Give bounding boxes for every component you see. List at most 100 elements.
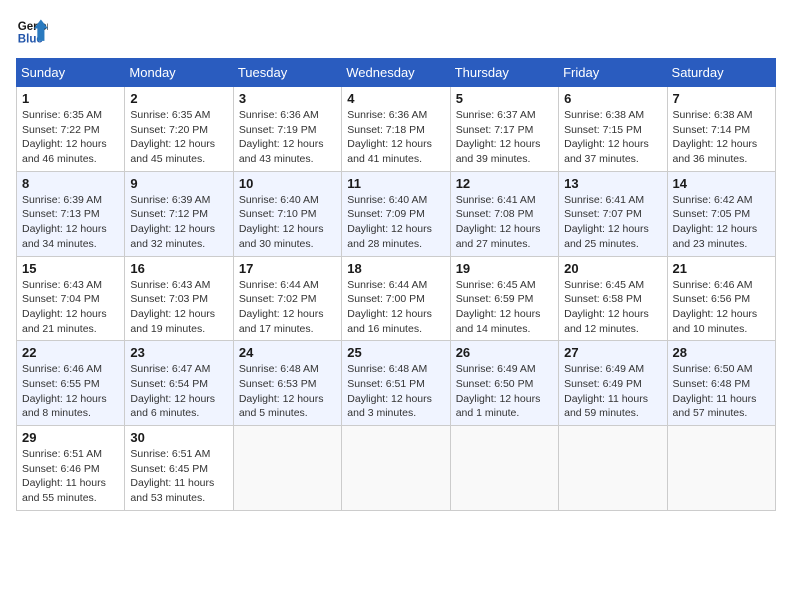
day-number: 22 <box>22 345 119 360</box>
calendar-cell: 7 Sunrise: 6:38 AM Sunset: 7:14 PM Daylig… <box>667 87 775 172</box>
calendar-cell: 12Sunrise: 6:41 AM Sunset: 7:08 PM Dayli… <box>450 171 558 256</box>
day-info: Sunrise: 6:40 AM Sunset: 7:09 PM Dayligh… <box>347 193 444 252</box>
calendar-cell <box>450 426 558 511</box>
calendar-cell: 4 Sunrise: 6:36 AM Sunset: 7:18 PM Daylig… <box>342 87 450 172</box>
calendar-cell: 16Sunrise: 6:43 AM Sunset: 7:03 PM Dayli… <box>125 256 233 341</box>
day-info: Sunrise: 6:36 AM Sunset: 7:19 PM Dayligh… <box>239 108 336 167</box>
calendar-cell: 11 Sunrise: 6:40 AM Sunset: 7:09 PM Dayli… <box>342 171 450 256</box>
day-number: 20 <box>564 261 661 276</box>
day-number: 4 <box>347 91 444 106</box>
day-info: Sunrise: 6:38 AM Sunset: 7:14 PM Dayligh… <box>673 108 770 167</box>
day-number: 2 <box>130 91 227 106</box>
logo: General Blue <box>16 16 52 48</box>
calendar-cell: 3 Sunrise: 6:36 AM Sunset: 7:19 PM Daylig… <box>233 87 341 172</box>
calendar-cell: 9 Sunrise: 6:39 AM Sunset: 7:12 PM Daylig… <box>125 171 233 256</box>
day-info: Sunrise: 6:35 AM Sunset: 7:20 PM Dayligh… <box>130 108 227 167</box>
day-info: Sunrise: 6:38 AM Sunset: 7:15 PM Dayligh… <box>564 108 661 167</box>
day-info: Sunrise: 6:42 AM Sunset: 7:05 PM Dayligh… <box>673 193 770 252</box>
weekday-header-monday: Monday <box>125 59 233 87</box>
day-number: 30 <box>130 430 227 445</box>
day-number: 15 <box>22 261 119 276</box>
week-row-2: 8 Sunrise: 6:39 AM Sunset: 7:13 PM Daylig… <box>17 171 776 256</box>
weekday-header-sunday: Sunday <box>17 59 125 87</box>
day-number: 19 <box>456 261 553 276</box>
calendar-cell <box>667 426 775 511</box>
page-header: General Blue <box>16 16 776 48</box>
day-number: 3 <box>239 91 336 106</box>
calendar-cell: 8 Sunrise: 6:39 AM Sunset: 7:13 PM Daylig… <box>17 171 125 256</box>
calendar-cell: 1 Sunrise: 6:35 AM Sunset: 7:22 PM Daylig… <box>17 87 125 172</box>
day-number: 24 <box>239 345 336 360</box>
day-info: Sunrise: 6:49 AM Sunset: 6:49 PM Dayligh… <box>564 362 661 421</box>
week-row-3: 15 Sunrise: 6:43 AM Sunset: 7:04 PM Dayli… <box>17 256 776 341</box>
weekday-header-thursday: Thursday <box>450 59 558 87</box>
calendar-cell: 29 Sunrise: 6:51 AM Sunset: 6:46 PM Dayli… <box>17 426 125 511</box>
calendar-cell <box>233 426 341 511</box>
day-number: 27 <box>564 345 661 360</box>
day-number: 14 <box>673 176 770 191</box>
day-info: Sunrise: 6:35 AM Sunset: 7:22 PM Dayligh… <box>22 108 119 167</box>
calendar-cell: 20 Sunrise: 6:45 AM Sunset: 6:58 PM Dayli… <box>559 256 667 341</box>
day-info: Sunrise: 6:44 AM Sunset: 7:00 PM Dayligh… <box>347 278 444 337</box>
calendar-cell: 28 Sunrise: 6:50 AM Sunset: 6:48 PM Dayli… <box>667 341 775 426</box>
day-info: Sunrise: 6:36 AM Sunset: 7:18 PM Dayligh… <box>347 108 444 167</box>
day-info: Sunrise: 6:43 AM Sunset: 7:04 PM Dayligh… <box>22 278 119 337</box>
calendar-cell: 21 Sunrise: 6:46 AM Sunset: 6:56 PM Dayli… <box>667 256 775 341</box>
day-number: 7 <box>673 91 770 106</box>
day-number: 29 <box>22 430 119 445</box>
calendar-cell: 22Sunrise: 6:46 AM Sunset: 6:55 PM Dayli… <box>17 341 125 426</box>
calendar-cell: 27 Sunrise: 6:49 AM Sunset: 6:49 PM Dayli… <box>559 341 667 426</box>
day-info: Sunrise: 6:45 AM Sunset: 6:59 PM Dayligh… <box>456 278 553 337</box>
weekday-header-saturday: Saturday <box>667 59 775 87</box>
calendar-cell: 2 Sunrise: 6:35 AM Sunset: 7:20 PM Daylig… <box>125 87 233 172</box>
logo-icon: General Blue <box>16 16 48 48</box>
day-info: Sunrise: 6:48 AM Sunset: 6:53 PM Dayligh… <box>239 362 336 421</box>
weekday-header-row: SundayMondayTuesdayWednesdayThursdayFrid… <box>17 59 776 87</box>
day-info: Sunrise: 6:43 AM Sunset: 7:03 PM Dayligh… <box>130 278 227 337</box>
day-number: 25 <box>347 345 444 360</box>
day-number: 21 <box>673 261 770 276</box>
day-number: 13 <box>564 176 661 191</box>
weekday-header-friday: Friday <box>559 59 667 87</box>
day-info: Sunrise: 6:47 AM Sunset: 6:54 PM Dayligh… <box>130 362 227 421</box>
weekday-header-tuesday: Tuesday <box>233 59 341 87</box>
calendar-cell: 26 Sunrise: 6:49 AM Sunset: 6:50 PM Dayli… <box>450 341 558 426</box>
calendar-cell <box>559 426 667 511</box>
day-info: Sunrise: 6:48 AM Sunset: 6:51 PM Dayligh… <box>347 362 444 421</box>
calendar-cell: 18 Sunrise: 6:44 AM Sunset: 7:00 PM Dayli… <box>342 256 450 341</box>
day-info: Sunrise: 6:51 AM Sunset: 6:45 PM Dayligh… <box>130 447 227 506</box>
calendar-cell: 6 Sunrise: 6:38 AM Sunset: 7:15 PM Daylig… <box>559 87 667 172</box>
day-number: 6 <box>564 91 661 106</box>
day-info: Sunrise: 6:45 AM Sunset: 6:58 PM Dayligh… <box>564 278 661 337</box>
calendar-cell: 19 Sunrise: 6:45 AM Sunset: 6:59 PM Dayli… <box>450 256 558 341</box>
weekday-header-wednesday: Wednesday <box>342 59 450 87</box>
calendar-cell: 13Sunrise: 6:41 AM Sunset: 7:07 PM Dayli… <box>559 171 667 256</box>
day-info: Sunrise: 6:51 AM Sunset: 6:46 PM Dayligh… <box>22 447 119 506</box>
day-number: 18 <box>347 261 444 276</box>
day-info: Sunrise: 6:46 AM Sunset: 6:56 PM Dayligh… <box>673 278 770 337</box>
day-number: 26 <box>456 345 553 360</box>
day-info: Sunrise: 6:49 AM Sunset: 6:50 PM Dayligh… <box>456 362 553 421</box>
calendar-cell: 14 Sunrise: 6:42 AM Sunset: 7:05 PM Dayli… <box>667 171 775 256</box>
calendar-cell: 15 Sunrise: 6:43 AM Sunset: 7:04 PM Dayli… <box>17 256 125 341</box>
calendar-table: SundayMondayTuesdayWednesdayThursdayFrid… <box>16 58 776 511</box>
calendar-cell: 10Sunrise: 6:40 AM Sunset: 7:10 PM Dayli… <box>233 171 341 256</box>
day-info: Sunrise: 6:40 AM Sunset: 7:10 PM Dayligh… <box>239 193 336 252</box>
calendar-cell: 30 Sunrise: 6:51 AM Sunset: 6:45 PM Dayli… <box>125 426 233 511</box>
week-row-4: 22Sunrise: 6:46 AM Sunset: 6:55 PM Dayli… <box>17 341 776 426</box>
calendar-cell: 5Sunrise: 6:37 AM Sunset: 7:17 PM Daylig… <box>450 87 558 172</box>
calendar-cell: 24 Sunrise: 6:48 AM Sunset: 6:53 PM Dayli… <box>233 341 341 426</box>
day-info: Sunrise: 6:39 AM Sunset: 7:12 PM Dayligh… <box>130 193 227 252</box>
week-row-1: 1 Sunrise: 6:35 AM Sunset: 7:22 PM Daylig… <box>17 87 776 172</box>
day-number: 28 <box>673 345 770 360</box>
day-number: 9 <box>130 176 227 191</box>
day-number: 11 <box>347 176 444 191</box>
day-number: 23 <box>130 345 227 360</box>
day-info: Sunrise: 6:39 AM Sunset: 7:13 PM Dayligh… <box>22 193 119 252</box>
calendar-cell <box>342 426 450 511</box>
day-number: 8 <box>22 176 119 191</box>
day-info: Sunrise: 6:50 AM Sunset: 6:48 PM Dayligh… <box>673 362 770 421</box>
day-number: 1 <box>22 91 119 106</box>
day-number: 17 <box>239 261 336 276</box>
week-row-5: 29 Sunrise: 6:51 AM Sunset: 6:46 PM Dayli… <box>17 426 776 511</box>
